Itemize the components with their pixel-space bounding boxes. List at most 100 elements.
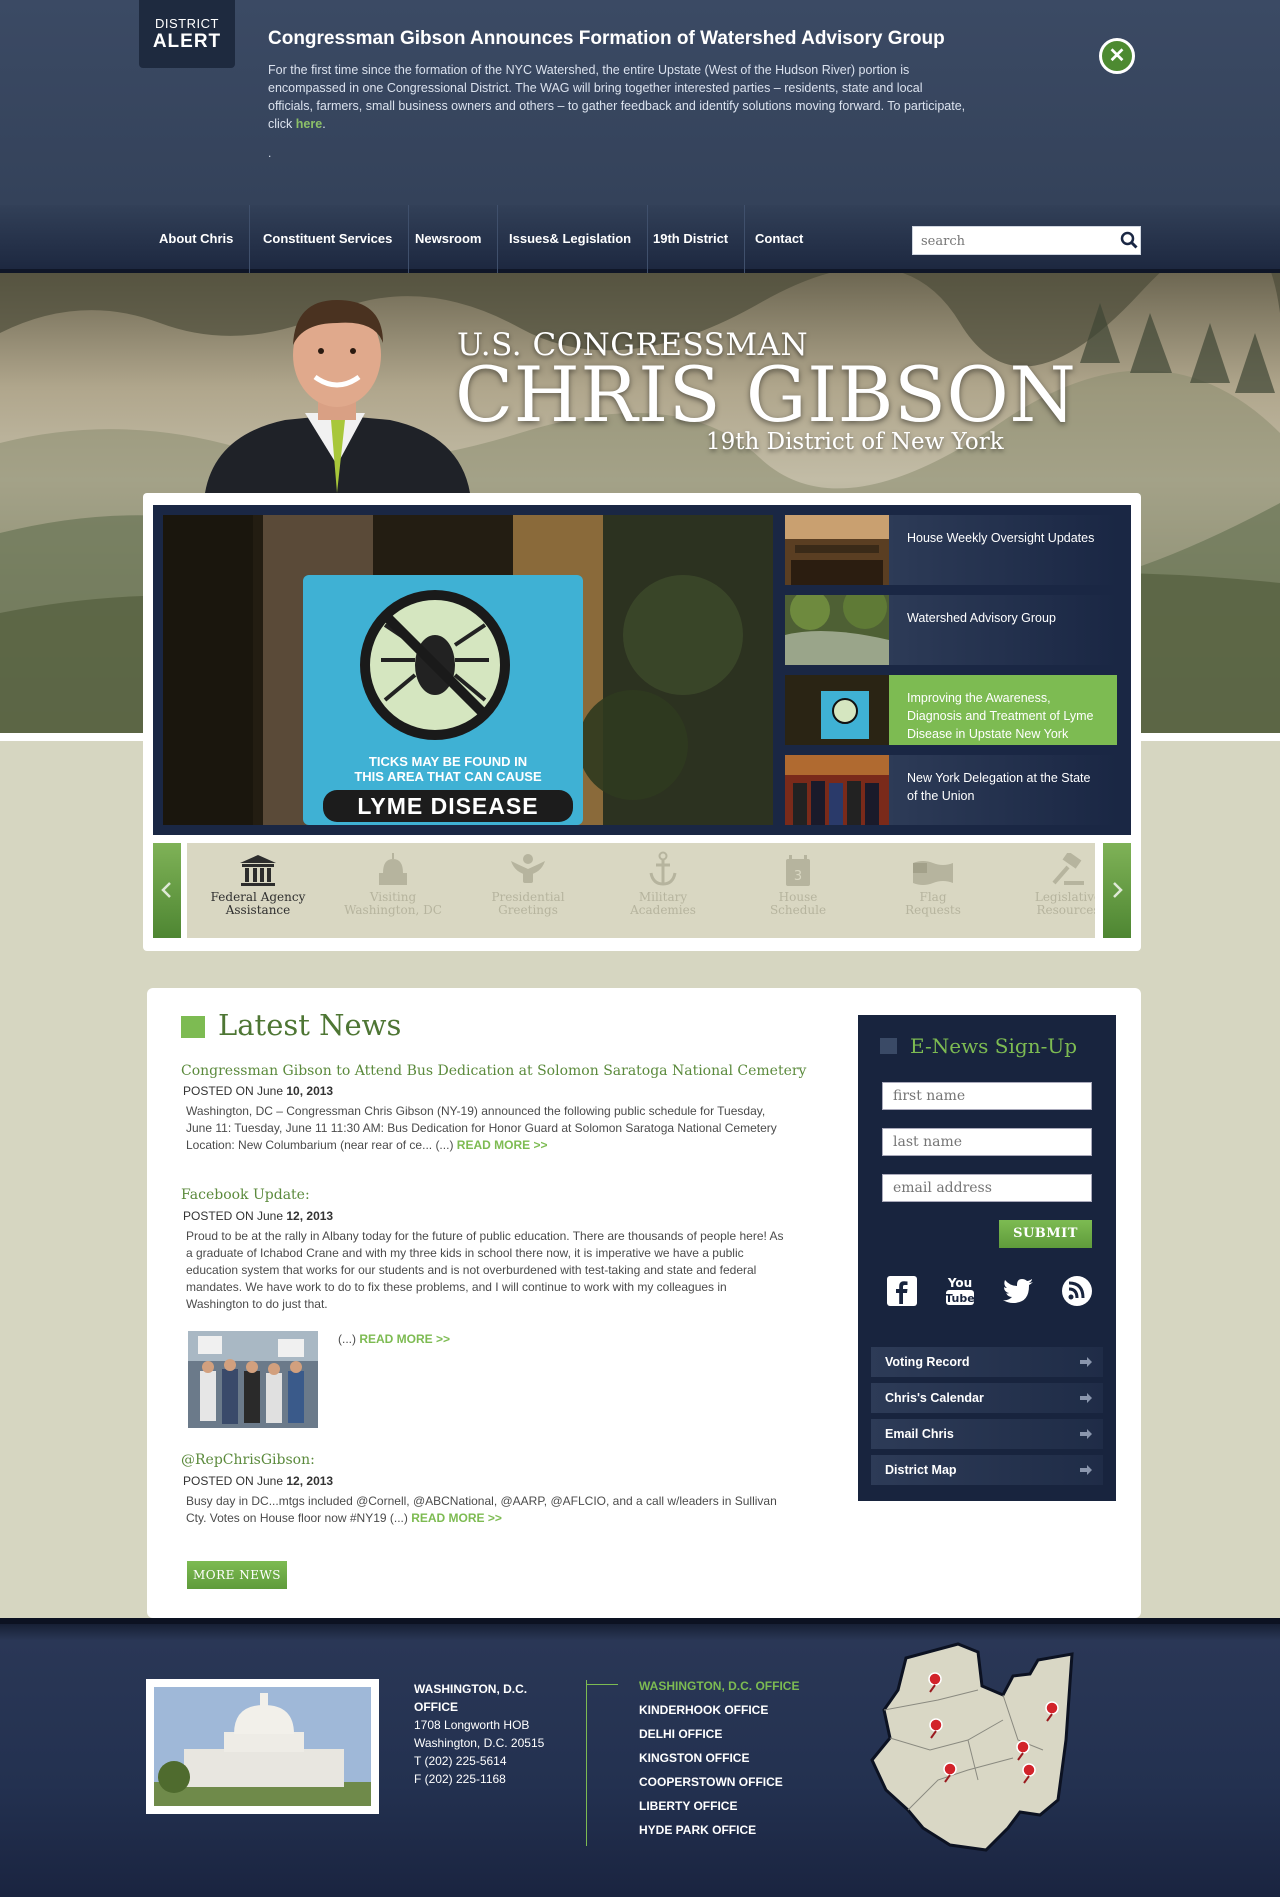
addr-line: T (202) 225-5614 [414,1754,507,1768]
read-more-link[interactable]: READ MORE >> [359,1332,450,1346]
news-excerpt: Busy day in DC...mtgs included @Cornell,… [186,1493,796,1527]
office-delhi[interactable]: DELHI OFFICE [639,1727,722,1741]
news-line: Washington to do just that. [186,1297,328,1311]
read-more-link[interactable]: READ MORE >> [411,1511,502,1525]
facebook-post-photo[interactable] [188,1331,318,1428]
news-line-text: Location: New Columbarium (near rear of … [186,1138,457,1152]
youtube-icon[interactable]: You Tube [943,1274,977,1308]
office-washington-dc[interactable]: WASHINGTON, D.C. OFFICE [639,1679,799,1693]
side-link-label: District Map [885,1463,957,1477]
news-posted: POSTED ON June 10, 2013 [183,1084,333,1098]
office-kingston[interactable]: KINGSTON OFFICE [639,1751,749,1765]
ellipsis: (...) [338,1332,360,1346]
service-line2: Requests [905,903,961,917]
service-military-academies[interactable]: Military Academies [598,843,728,938]
service-house-schedule[interactable]: 3 House Schedule [733,843,863,938]
news-line-text: Cty. Votes on House floor now #NY19 (...… [186,1511,412,1525]
arrow-right-icon [1080,1357,1092,1367]
alert-here-link[interactable]: here [296,117,322,131]
nav-contact[interactable]: Contact [739,205,819,273]
footer-top-border [0,1618,1280,1624]
email-field[interactable] [883,1175,1091,1201]
service-line2: Academies [630,903,696,917]
office-kinderhook[interactable]: KINDERHOOK OFFICE [639,1703,768,1717]
read-more-link[interactable]: READ MORE >> [457,1138,548,1152]
slider-thumb[interactable]: Watershed Advisory Group [785,595,1117,665]
sign-text: TICKS MAY BE FOUND IN THIS AREA THAT CAN… [313,754,583,784]
twitter-icon[interactable] [1001,1274,1035,1308]
service-line2: Schedule [769,903,827,917]
slider-thumb[interactable]: New York Delegation at the State of the … [785,755,1117,825]
service-line2: Assistance [225,903,291,917]
chris-calendar-link[interactable]: Chris's Calendar [871,1383,1103,1413]
alert-dot: . [268,146,272,160]
arrow-right-icon [1080,1465,1092,1475]
svg-text:Tube: Tube [945,1292,974,1305]
first-name-wrap [882,1082,1092,1110]
district-map[interactable] [868,1640,1080,1865]
nav-issues-legislation[interactable]: Issues& Legislation [493,205,649,273]
posted-prefix: POSTED ON June [183,1084,287,1098]
news-line: mandates. We have work to do to fix thes… [186,1280,727,1294]
congressman-portrait [205,300,470,493]
news-line: Washington, DC – Congressman Chris Gibso… [186,1104,766,1118]
footer-divider [586,1680,587,1846]
voting-record-link[interactable]: Voting Record [871,1347,1103,1377]
news-title[interactable]: Facebook Update: [181,1187,310,1203]
enews-heading: E-News Sign-Up [910,1034,1078,1058]
flag-icon [913,861,953,885]
calendar-icon: 3 [786,855,810,886]
posted-prefix: POSTED ON June [183,1209,287,1223]
news-line: Busy day in DC...mtgs included @Cornell,… [186,1494,777,1508]
addr-line: F (202) 225-1168 [414,1772,506,1786]
first-name-field[interactable] [883,1083,1091,1109]
link-suffix: . [322,117,326,131]
facebook-icon[interactable] [885,1274,919,1308]
district-map-link[interactable]: District Map [871,1455,1103,1485]
news-title[interactable]: Congressman Gibson to Attend Bus Dedicat… [181,1063,806,1079]
capitol-icon [379,853,407,885]
service-flag-requests[interactable]: Flag Requests [868,843,998,938]
service-line2: Resources [1036,903,1095,917]
office-hyde-park[interactable]: HYDE PARK OFFICE [639,1823,756,1837]
services-next-button[interactable] [1103,843,1131,938]
email-chris-link[interactable]: Email Chris [871,1419,1103,1449]
news-line: June 11: Tuesday, June 11 11:30 AM: Bus … [186,1121,777,1135]
services-prev-button[interactable] [153,843,181,938]
nav-about-chris[interactable]: About Chris [143,205,251,273]
office-liberty[interactable]: LIBERTY OFFICE [639,1799,737,1813]
more-news-button[interactable]: MORE NEWS [187,1561,287,1589]
office-cooperstown[interactable]: COOPERSTOWN OFFICE [639,1775,783,1789]
district-alert-badge: DISTRICT ALERT [139,0,235,68]
hero-title-name: CHRIS GIBSON [455,350,1077,439]
rss-icon[interactable] [1060,1274,1094,1308]
news-excerpt: Proud to be at the rally in Albany today… [186,1228,796,1313]
service-federal-agency-assistance[interactable]: Federal Agency Assistance [193,843,323,938]
last-name-field[interactable] [883,1129,1091,1155]
service-visiting-washington[interactable]: Visiting Washington, DC [328,843,458,938]
nav-newsroom[interactable]: Newsroom [399,205,499,273]
search-input[interactable] [921,231,1101,251]
posted-date: 12, 2013 [286,1474,334,1488]
main-slide-image[interactable]: TICKS MAY BE FOUND IN THIS AREA THAT CAN… [163,515,773,825]
addr-line: 1708 Longworth HOB [414,1718,530,1732]
alert-body-line: click here. [268,115,968,133]
close-icon[interactable]: ✕ [1099,38,1135,74]
alert-title: Congressman Gibson Announces Formation o… [268,28,945,49]
side-link-label: Voting Record [885,1355,970,1369]
nav-constituent-services[interactable]: Constituent Services [247,205,410,273]
slider-thumb-active[interactable]: Improving the Awareness, Diagnosis and T… [785,675,1117,745]
addr-heading2: OFFICE [414,1700,458,1714]
search-icon[interactable] [1120,231,1138,249]
slider-thumb[interactable]: House Weekly Oversight Updates [785,515,1117,585]
news-line: Proud to be at the rally in Albany today… [186,1229,784,1243]
news-heading-marker [181,1016,205,1038]
alert-body-line: officials, farmers, small business owner… [268,99,966,113]
nav-19th-district[interactable]: 19th District [637,205,746,273]
service-presidential-greetings[interactable]: Presidential Greetings [463,843,593,938]
service-legislative-resources[interactable]: Legislative Resources [1003,843,1095,938]
arrow-right-icon [1080,1429,1092,1439]
side-link-label: Chris's Calendar [885,1391,984,1405]
submit-button[interactable]: SUBMIT [999,1220,1092,1248]
news-title[interactable]: @RepChrisGibson: [181,1452,315,1468]
